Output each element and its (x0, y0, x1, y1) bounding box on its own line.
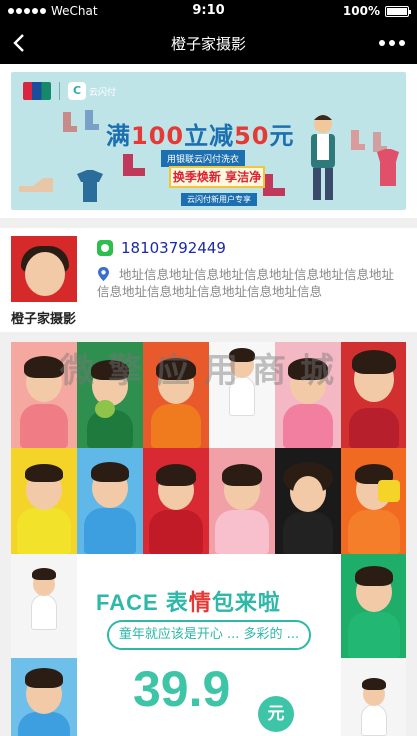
battery-icon (385, 5, 411, 17)
banner-logos: C 云闪付 (23, 82, 116, 100)
socks-illustration-icon (63, 110, 99, 132)
page-title: 橙子家摄影 (170, 35, 246, 53)
photo-tile (341, 342, 406, 448)
headline-mid: 立减 (184, 122, 235, 150)
photo-tile (341, 658, 406, 736)
photo-tile (341, 554, 406, 658)
phone-row[interactable]: 18103792449 (97, 239, 226, 257)
shoe-illustration-icon (19, 178, 53, 192)
photo-tile (209, 342, 275, 448)
title-part-4: 包来啦 (211, 590, 281, 615)
boot-illustration-icon (123, 154, 145, 176)
shop-info-card: 橙子家摄影 18103792449 地址信息地址信息地址信息地址信息地址信息地址… (0, 228, 417, 332)
battery-group: 100% (342, 4, 411, 18)
logo-divider (59, 82, 60, 100)
location-pin-icon (98, 267, 109, 281)
person-illustration-icon (311, 115, 335, 200)
photo-tile (11, 658, 77, 736)
currency-badge: 元 (258, 696, 294, 732)
headline-amount-1: 100 (131, 122, 185, 150)
cloud-pay-icon: C (68, 82, 86, 100)
unionpay-logo-icon (23, 82, 51, 100)
banner-section: C 云闪付 满100立减50元 用银联云闪付洗衣 换季焕新 享洁净 云闪付新用户… (0, 64, 417, 218)
photo-tile (77, 342, 143, 448)
address-row[interactable]: 地址信息地址信息地址信息地址信息地址信息地址信息地址信息地址信息地址信息地址信息 (97, 266, 402, 300)
banner-tag-slogan: 换季焕新 享洁净 (169, 166, 265, 188)
phone-icon (97, 240, 113, 256)
poster-subtitle: 童年就应该是开心 ... 多彩的 ... (107, 620, 311, 650)
photo-tile (209, 448, 275, 554)
photo-tile (143, 342, 209, 448)
headline-suffix: 元 (269, 122, 295, 150)
more-options-icon[interactable] (379, 40, 405, 46)
status-bar: WeChat 9:10 100% (0, 0, 417, 22)
shop-avatar[interactable] (11, 236, 77, 302)
banner-tag-pay: 用银联云闪付洗衣 (161, 150, 246, 167)
banner-headline: 满100立减50元 (106, 116, 295, 151)
nav-bar: 橙子家摄影 (0, 22, 417, 64)
photo-tile (143, 448, 209, 554)
coat-illustration-icon (377, 149, 399, 186)
photo-tile (275, 342, 341, 448)
battery-percent: 100% (342, 4, 380, 18)
title-part-3: 情 (188, 590, 212, 615)
cloud-pay-logo: C 云闪付 (68, 82, 116, 100)
photo-tile (11, 342, 77, 448)
title-part-face: FACE (96, 590, 166, 615)
product-poster[interactable]: FACE 表情包来啦 童年就应该是开心 ... 多彩的 ... 39.9 元 (11, 342, 406, 736)
headline-prefix: 满 (106, 122, 131, 150)
photo-tile (275, 448, 341, 554)
photo-tile (11, 554, 77, 658)
shop-name: 橙子家摄影 (11, 312, 77, 327)
poster-price: 39.9 (133, 661, 231, 717)
photo-tile (77, 448, 143, 554)
title-part-2: 表 (165, 590, 189, 615)
sweater-illustration-icon (77, 170, 103, 202)
banner-tag-newuser: 云闪付新用户专享 (181, 193, 257, 206)
shop-address: 地址信息地址信息地址信息地址信息地址信息地址信息地址信息地址信息地址信息地址信息 (97, 267, 395, 299)
cloud-pay-label: 云闪付 (89, 87, 117, 98)
shop-phone[interactable]: 18103792449 (121, 239, 226, 257)
headline-amount-2: 50 (234, 122, 270, 150)
photo-tile (341, 448, 406, 554)
poster-title: FACE 表情包来啦 (96, 585, 281, 617)
photo-tile (11, 448, 77, 554)
promo-banner[interactable]: C 云闪付 满100立减50元 用银联云闪付洗衣 换季焕新 享洁净 云闪付新用户… (11, 72, 406, 210)
